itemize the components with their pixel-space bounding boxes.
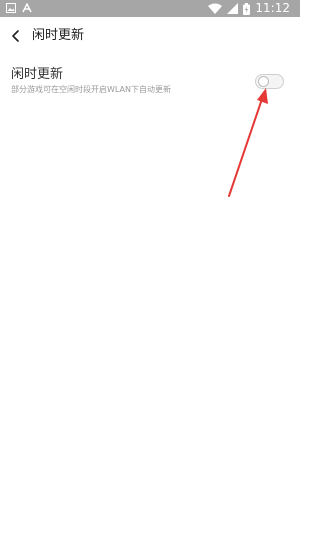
red-arrow xyxy=(228,88,268,197)
